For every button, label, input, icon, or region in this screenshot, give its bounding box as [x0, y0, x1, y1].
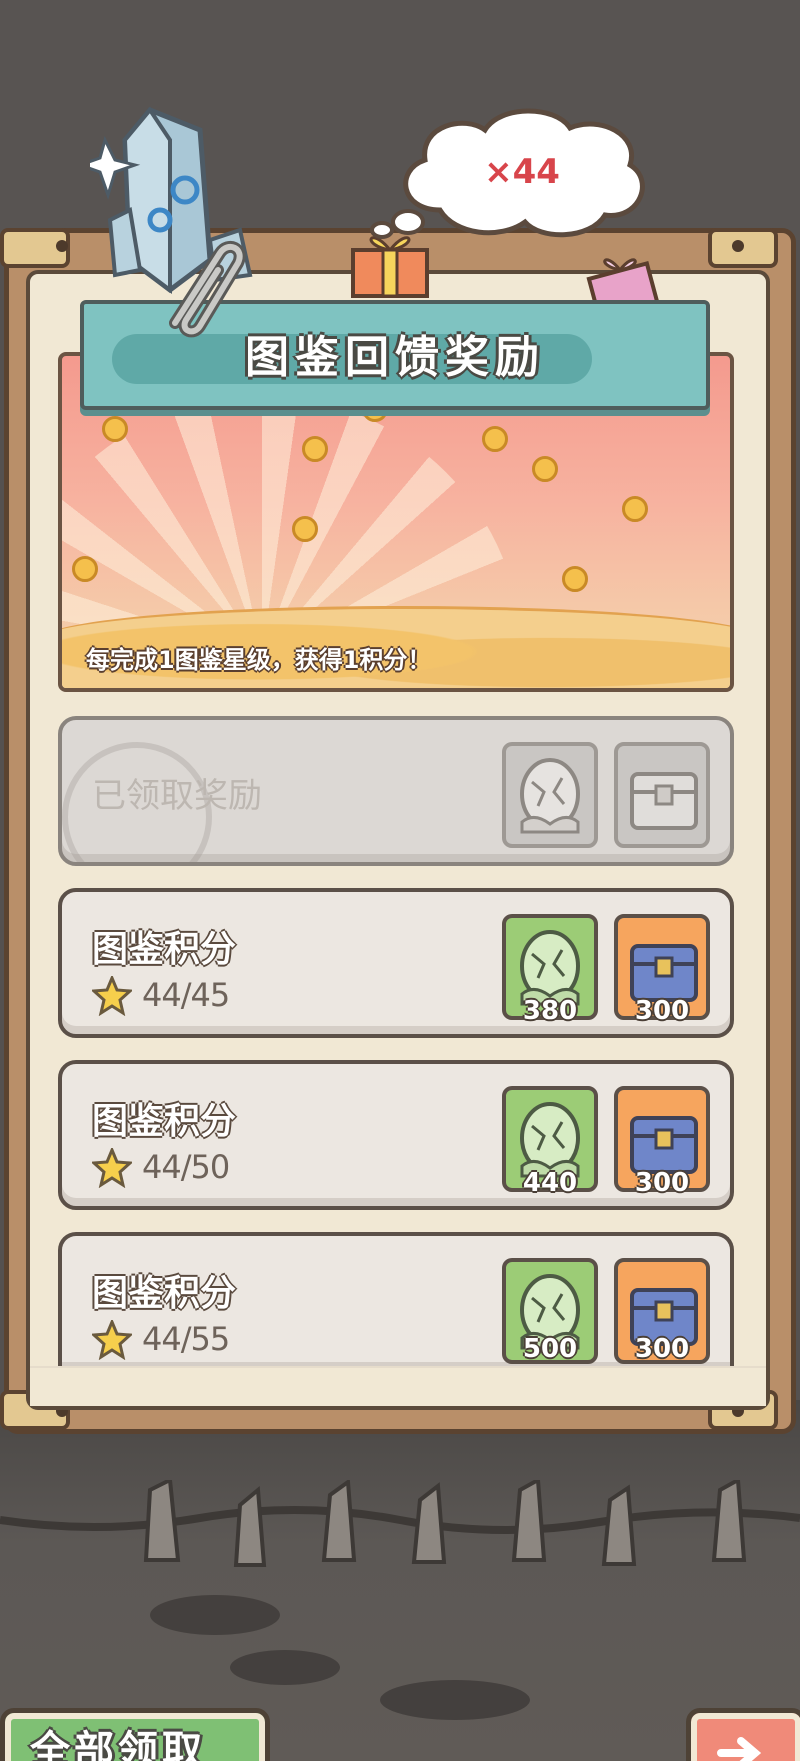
coin	[562, 566, 588, 592]
claim-all-label: 全部领取	[30, 1728, 206, 1761]
egg-reward-slot[interactable]: 500	[502, 1258, 598, 1364]
chest-reward-slot[interactable]: 300	[614, 914, 710, 1026]
row-title: 图鉴积分	[92, 1273, 237, 1314]
chest-reward-slot[interactable]: 300	[614, 1086, 710, 1198]
coin	[72, 556, 98, 582]
claimed-label: 已领取奖励	[92, 776, 262, 816]
background-fence	[0, 1480, 800, 1567]
egg-reward-slot	[502, 742, 598, 848]
background-rock	[150, 1595, 280, 1635]
coin	[532, 456, 558, 482]
exit-icon	[717, 1737, 762, 1761]
coin	[292, 516, 318, 542]
bolt	[732, 240, 744, 252]
coin	[302, 436, 328, 462]
star-icon	[92, 976, 132, 1016]
row-progress: 44/55	[142, 1320, 230, 1358]
reward-row[interactable]: 图鉴积分 44/45 380 300	[58, 888, 734, 1038]
egg-count: 380	[522, 996, 578, 1026]
coin	[482, 426, 508, 452]
bolt	[56, 240, 68, 252]
chest-reward-slot[interactable]: 300	[614, 1258, 710, 1364]
reward-row[interactable]: 图鉴积分 44/55 500 300	[58, 1232, 734, 1370]
star-icon	[92, 1320, 132, 1360]
reward-row[interactable]: 图鉴积分 44/50 440 300	[58, 1060, 734, 1210]
egg-count: 500	[522, 1334, 578, 1364]
panel-bottom-fade	[30, 1366, 766, 1406]
egg-count: 440	[522, 1168, 578, 1198]
egg-reward-slot[interactable]: 380	[502, 914, 598, 1026]
row-progress: 44/45	[142, 976, 230, 1014]
background-rock	[230, 1650, 340, 1685]
egg-icon	[520, 758, 580, 834]
chest-reward-slot	[614, 742, 710, 848]
star-icon	[92, 1148, 132, 1188]
chest-count: 300	[634, 996, 690, 1026]
banner-caption: 每完成1图鉴星级，获得1积分！	[86, 646, 432, 674]
egg-reward-slot[interactable]: 440	[502, 1086, 598, 1198]
chest-count: 300	[634, 1168, 690, 1198]
paperclip-icon	[169, 240, 246, 338]
chest-icon	[630, 772, 698, 830]
reward-row-claimed: 已领取奖励	[58, 716, 734, 866]
exit-button[interactable]	[686, 1708, 800, 1761]
row-progress: 44/50	[142, 1148, 230, 1186]
chest-count: 300	[634, 1334, 690, 1364]
row-title: 图鉴积分	[92, 929, 237, 970]
row-title: 图鉴积分	[92, 1101, 237, 1142]
points-multiplier: ×44	[484, 152, 560, 192]
background-rock	[380, 1680, 530, 1720]
coin	[622, 496, 648, 522]
coin	[102, 416, 128, 442]
